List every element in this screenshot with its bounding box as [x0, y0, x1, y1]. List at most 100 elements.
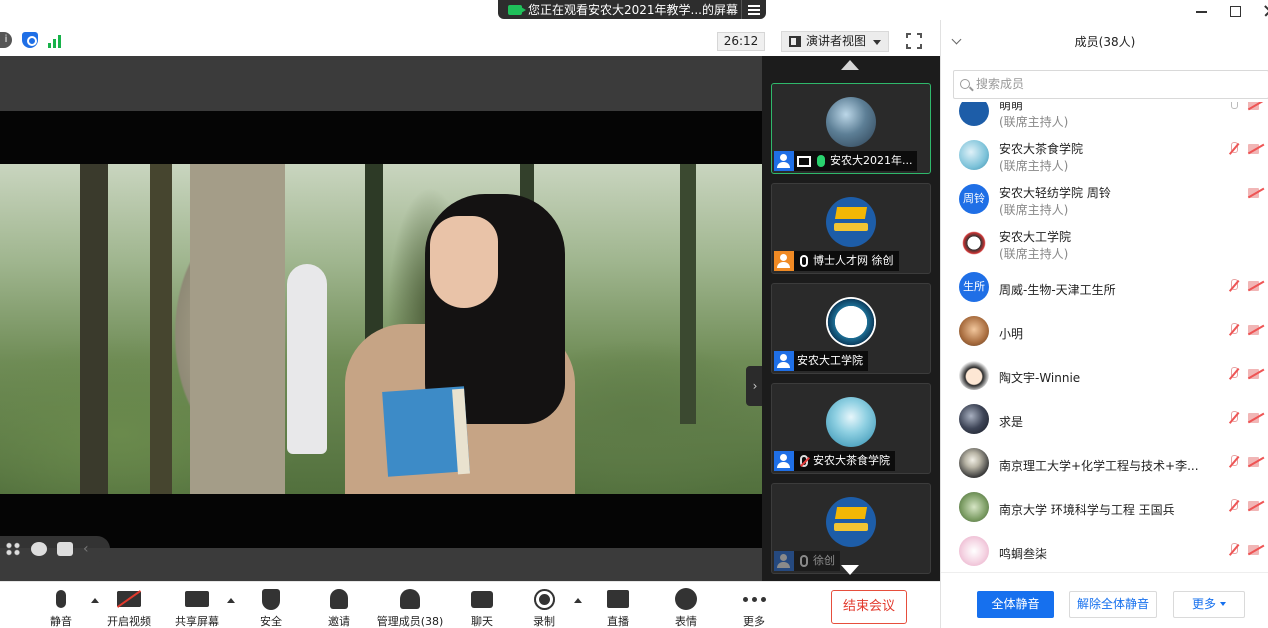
- camera-off-icon[interactable]: [1248, 144, 1264, 154]
- member-row[interactable]: 生所 周威-生物-天津工生所: [941, 266, 1268, 310]
- camera-off-icon[interactable]: [1248, 501, 1264, 511]
- mic-muted-icon[interactable]: [1229, 367, 1239, 381]
- video-tile[interactable]: 安农大工学院: [771, 283, 931, 374]
- shared-screen-view[interactable]: ‹ ›: [0, 56, 764, 581]
- member-row[interactable]: 鸣蜩叁柒: [941, 530, 1268, 572]
- live-stream-label: 直播: [607, 615, 629, 628]
- chevron-up-icon[interactable]: [227, 598, 235, 603]
- fullscreen-icon[interactable]: [906, 33, 922, 49]
- chat-button[interactable]: 聊天: [462, 588, 502, 628]
- apps-icon[interactable]: [5, 542, 21, 556]
- more-button[interactable]: 更多: [734, 588, 774, 628]
- microphone-icon: [800, 255, 808, 267]
- maximize-icon[interactable]: [1229, 4, 1243, 18]
- minimize-icon[interactable]: [1195, 4, 1209, 18]
- video-tile-label: 徐创: [774, 551, 840, 571]
- camera-off-icon[interactable]: [1248, 457, 1264, 467]
- member-row[interactable]: 求是: [941, 398, 1268, 442]
- video-tile[interactable]: 博士人才网 徐创: [771, 183, 931, 274]
- annotation-toolbar: ‹: [0, 536, 110, 562]
- video-tile-label: 安农大茶食学院: [774, 451, 895, 471]
- tree-trunk: [680, 164, 696, 424]
- camera-off-icon[interactable]: [1248, 281, 1264, 291]
- share-banner[interactable]: 您正在观看安农大2021年教学...的屏幕: [498, 0, 766, 19]
- chat-label: 聊天: [471, 615, 493, 628]
- member-row[interactable]: 安农大茶食学院 (联席主持人): [941, 134, 1268, 178]
- screen-share-icon: [797, 155, 811, 167]
- scroll-down-icon[interactable]: [841, 565, 859, 575]
- chevron-left-icon[interactable]: ‹: [83, 542, 99, 556]
- avatar: [826, 497, 876, 547]
- share-screen-button[interactable]: 共享屏幕: [172, 588, 222, 628]
- member-search-input[interactable]: 搜索成员: [953, 70, 1268, 99]
- invite-button[interactable]: 邀请: [319, 588, 359, 628]
- user-icon: [774, 151, 794, 171]
- mute-button[interactable]: 静音: [41, 588, 81, 628]
- record-icon: [524, 588, 564, 610]
- emoji-icon[interactable]: [31, 542, 47, 556]
- view-mode-label: 演讲者视图: [806, 34, 867, 48]
- comment-icon[interactable]: [57, 542, 73, 556]
- record-button[interactable]: 录制: [524, 588, 564, 628]
- microphone-icon: [41, 588, 81, 610]
- camera-off-icon[interactable]: [1248, 545, 1264, 555]
- view-mode-dropdown[interactable]: 演讲者视图: [781, 31, 889, 52]
- camera-off-icon: [104, 588, 154, 610]
- members-panel-title: 成员(38人): [1074, 35, 1136, 49]
- camera-off-icon[interactable]: [1248, 188, 1264, 198]
- member-role: (联席主持人): [999, 115, 1069, 129]
- avatar: [826, 397, 876, 447]
- mic-muted-icon[interactable]: [1229, 543, 1239, 557]
- video-tile[interactable]: 安农大2021年...: [771, 83, 931, 174]
- video-tile[interactable]: 安农大茶食学院: [771, 383, 931, 474]
- camera-off-icon[interactable]: [1248, 102, 1264, 110]
- chevron-up-icon[interactable]: [574, 598, 582, 603]
- manage-members-label: 管理成员(38): [376, 615, 444, 628]
- member-row[interactable]: 萌萌 (联席主持人): [941, 102, 1268, 134]
- panel-more-button[interactable]: 更多: [1173, 591, 1245, 618]
- member-row[interactable]: 小明: [941, 310, 1268, 354]
- chevron-down-icon: [1220, 602, 1226, 606]
- security-shield-icon[interactable]: [22, 32, 38, 48]
- security-button[interactable]: 安全: [251, 588, 291, 628]
- mic-muted-icon[interactable]: [1229, 279, 1239, 293]
- mic-muted-icon[interactable]: [1229, 142, 1239, 156]
- tree-trunk: [150, 164, 172, 494]
- member-row[interactable]: 南京大学 环境科学与工程 王国兵: [941, 486, 1268, 530]
- camera-off-icon[interactable]: [1248, 325, 1264, 335]
- close-icon[interactable]: [1263, 4, 1268, 18]
- live-stream-button[interactable]: 直播: [598, 588, 638, 628]
- avatar: 周铃: [959, 184, 989, 214]
- member-row[interactable]: 南京理工大学+化学工程与技术+李...: [941, 442, 1268, 486]
- member-row[interactable]: 陶文宇-Winnie: [941, 354, 1268, 398]
- camera-off-icon[interactable]: [1248, 413, 1264, 423]
- mic-muted-icon[interactable]: [1229, 455, 1239, 469]
- scroll-up-icon[interactable]: [841, 60, 859, 70]
- avatar: [959, 316, 989, 346]
- invite-label: 邀请: [328, 615, 350, 628]
- screen-share-icon: [508, 4, 526, 15]
- share-screen-label: 共享屏幕: [175, 615, 219, 628]
- participant-name: 博士人才网 徐创: [813, 254, 894, 267]
- mic-muted-icon[interactable]: [1229, 411, 1239, 425]
- info-icon[interactable]: i: [0, 32, 12, 48]
- member-row[interactable]: 安农大工学院 (联席主持人): [941, 222, 1268, 266]
- reactions-button[interactable]: 表情: [666, 588, 706, 628]
- microphone-icon[interactable]: [1229, 102, 1239, 112]
- mic-muted-icon[interactable]: [1229, 499, 1239, 513]
- chevron-up-icon[interactable]: [91, 598, 99, 603]
- video-tile[interactable]: 徐创: [771, 483, 931, 574]
- start-video-button[interactable]: 开启视频: [104, 588, 154, 628]
- network-signal-icon[interactable]: [48, 32, 64, 48]
- member-row[interactable]: 周铃 安农大轻纺学院 周铃 (联席主持人): [941, 178, 1268, 222]
- end-meeting-button[interactable]: 结束会议: [831, 590, 907, 624]
- camera-off-icon[interactable]: [1248, 369, 1264, 379]
- user-icon: [774, 551, 794, 571]
- manage-members-button[interactable]: 管理成员(38): [376, 588, 444, 628]
- unmute-all-button[interactable]: 解除全体静音: [1069, 591, 1157, 618]
- microphone-icon: [800, 555, 808, 567]
- mute-all-button[interactable]: 全体静音: [977, 591, 1054, 618]
- top-bar: 您正在观看安农大2021年教学...的屏幕 i 26:12 演讲者视图: [0, 0, 940, 56]
- menu-icon[interactable]: [748, 3, 760, 15]
- mic-muted-icon[interactable]: [1229, 323, 1239, 337]
